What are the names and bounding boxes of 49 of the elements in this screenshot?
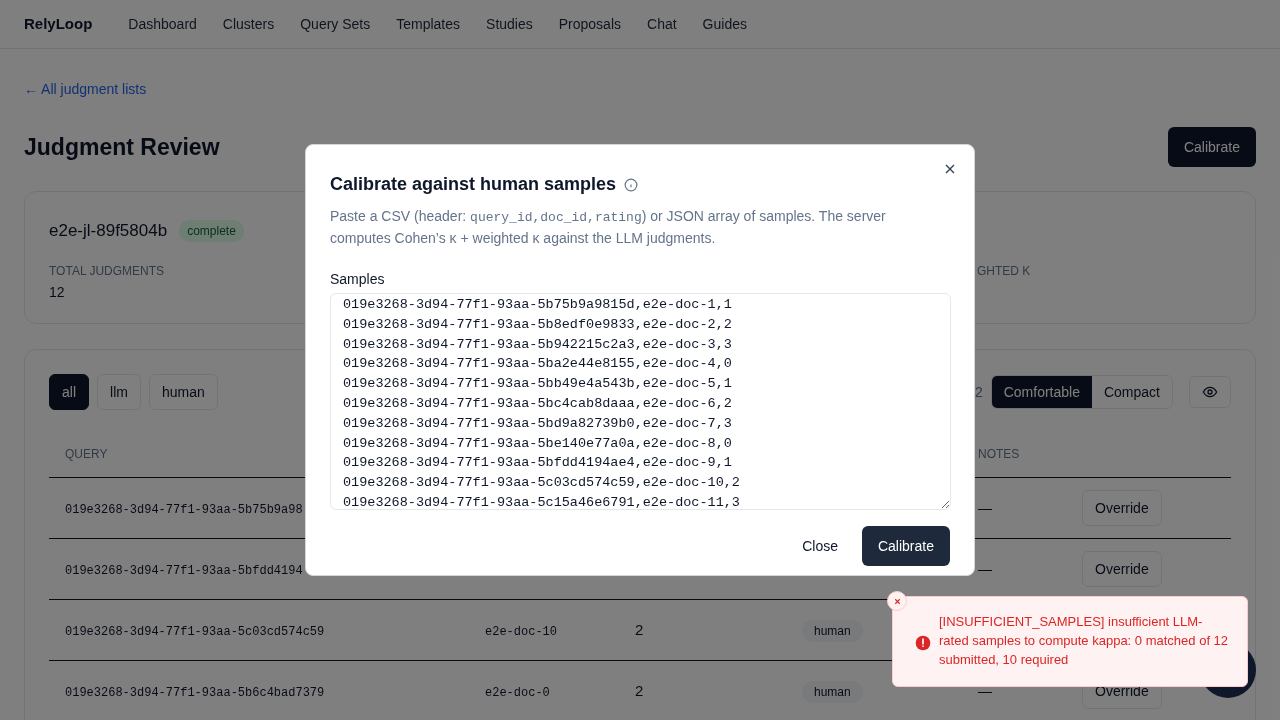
info-icon xyxy=(624,177,639,192)
nav-link[interactable]: Templates xyxy=(396,13,461,35)
rating-cell: 2 xyxy=(635,681,644,699)
toast-close-icon[interactable] xyxy=(887,591,907,611)
source-badge: human xyxy=(802,619,863,642)
override-button[interactable]: Override xyxy=(1082,490,1162,526)
status-badge: complete xyxy=(179,219,244,242)
visibility-button[interactable] xyxy=(1189,376,1231,408)
source-badge: human xyxy=(802,680,863,703)
nav-link[interactable]: Guides xyxy=(702,13,747,35)
calibrate-submit-button[interactable]: Calibrate xyxy=(861,526,950,566)
nav-link[interactable]: Query Sets xyxy=(300,13,371,35)
doc-cell: e2e-doc-10 xyxy=(485,624,557,639)
nav-link[interactable]: Studies xyxy=(486,13,533,35)
error-icon xyxy=(915,635,931,651)
count-text: 2 xyxy=(974,382,983,402)
query-cell: 019e3268-3d94-77f1-93aa-5b75b9a98 xyxy=(65,502,303,517)
nav-link[interactable]: Chat xyxy=(647,13,677,35)
query-cell: 019e3268-3d94-77f1-93aa-5b6c4bad7379 xyxy=(65,685,325,700)
stat-label: GHTED K xyxy=(977,262,1031,280)
override-button[interactable]: Override xyxy=(1082,551,1162,587)
nav-link[interactable]: Dashboard xyxy=(128,13,197,35)
nav-link[interactable]: Clusters xyxy=(222,13,275,35)
nav-link[interactable]: Proposals xyxy=(558,13,621,35)
notes-cell: — xyxy=(978,499,992,516)
stat-value: 12 xyxy=(49,282,66,302)
calibrate-button[interactable]: Calibrate xyxy=(1167,127,1256,167)
notes-cell: — xyxy=(978,560,992,577)
dialog-title: Calibrate against human samples xyxy=(330,173,617,196)
column-header: NOTES xyxy=(978,445,1020,463)
samples-field[interactable]: 019e3268-3d94-77f1-93aa-5b75b9a9815d,e2e-doc-1,1 019e3268-3d94-77f1-93aa-5b8edf0e9833,e2e-doc-2,2 019e3268-3d94-77f1-93aa-5b942215c2a3,e2e-doc-3,3 019e3268-3d94-77f1-93aa-5ba2e44e8155,e2e-doc-4,0 019e3268-3d94-77f1-93aa-5bb49e4a543b,e2e-doc-5,1 019e3268-3d94-77f1-93aa-5bc4cab8daaa,e2e-doc-6,2 019e3268-3d94-77f1-93aa-5bd9a82739b0,e2e-doc-7,3 019e3268-3d94-77f1-93aa-5be140e77a0a,e2e-doc-8,0 019e3268-3d94-77f1-93aa-5bfdd4194ae4,e2e-doc-9,1 019e3268-3d94-77f1-93aa-5c03cd574c59,e2e-doc-10,2 019e3268-3d94-77f1-93aa-5c15a46e6791,e2e-doc-11,3 xyxy=(330,293,951,510)
field-label: Samples xyxy=(330,270,386,289)
list-name: e2e-jl-89f5804b xyxy=(49,220,168,242)
page-title: Judgment Review xyxy=(24,132,220,162)
query-cell: 019e3268-3d94-77f1-93aa-5bfdd4194 xyxy=(65,563,303,578)
brand-name[interactable]: RelyLoop xyxy=(24,12,93,36)
rating-cell: 2 xyxy=(635,620,644,638)
column-header: QUERY xyxy=(65,446,108,461)
toast-message: [INSUFFICIENT_SAMPLES] insufficient LLM-rated samples to compute kappa: 0 matched of 12 submitted, 10 required xyxy=(939,613,1230,669)
filter-chip[interactable]: human xyxy=(148,374,218,410)
eye-icon xyxy=(1202,384,1218,400)
query-cell: 019e3268-3d94-77f1-93aa-5c03cd574c59 xyxy=(65,624,325,639)
density-toggle[interactable]: Comfortable xyxy=(991,376,1092,408)
back-link[interactable]: ← All judgment lists xyxy=(24,81,147,97)
doc-cell: e2e-doc-0 xyxy=(485,685,550,700)
filter-chip[interactable]: llm xyxy=(97,374,141,410)
notes-cell: — xyxy=(978,682,992,699)
dialog-description: Paste a CSV (header: query_id,doc_id,rating) or JSON array of samples. The server computes Cohen’s κ + weighted κ against the LLM judgments. xyxy=(330,207,887,248)
filter-chip[interactable]: all xyxy=(49,374,89,410)
